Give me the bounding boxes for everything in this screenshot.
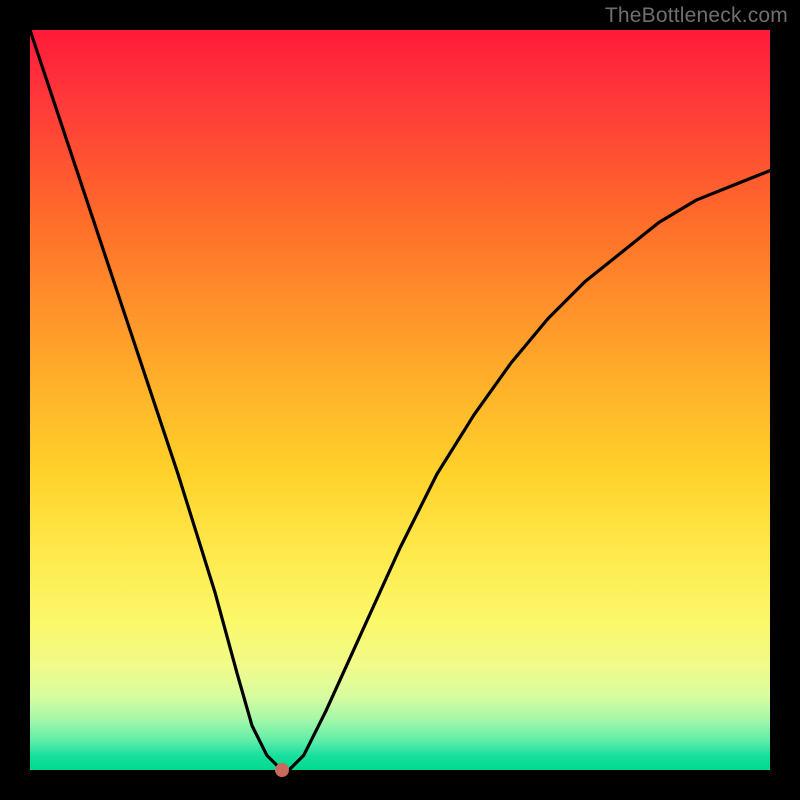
watermark-text: TheBottleneck.com (605, 4, 788, 28)
chart-frame: TheBottleneck.com (0, 0, 800, 800)
bottleneck-curve (30, 30, 770, 770)
plot-area (30, 30, 770, 770)
optimal-point-marker (275, 763, 289, 777)
